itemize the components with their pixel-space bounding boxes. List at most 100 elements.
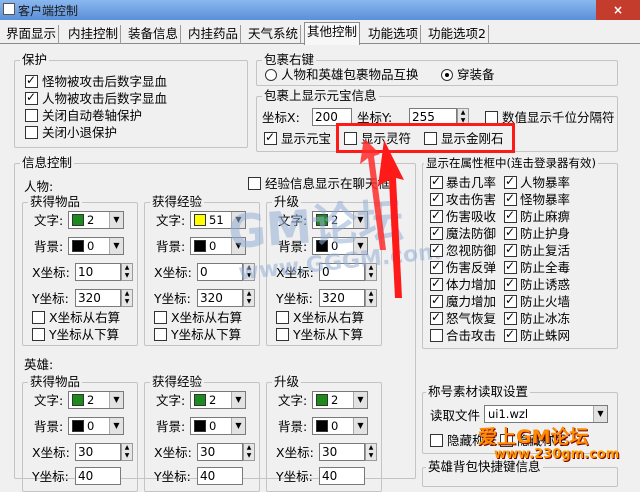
hide-title2-checkbox[interactable] bbox=[500, 434, 513, 447]
attr-checkbox[interactable] bbox=[504, 191, 517, 206]
h-lvl-y-input[interactable]: 40 bbox=[319, 467, 365, 485]
scroll-protect-checkbox[interactable] bbox=[25, 109, 38, 122]
attr-checkbox[interactable] bbox=[430, 310, 443, 325]
monster-hp-checkbox[interactable] bbox=[25, 73, 38, 88]
attr-checkbox[interactable] bbox=[430, 191, 443, 206]
attr-checkbox[interactable] bbox=[430, 174, 443, 189]
title-file-select[interactable]: ui1.wzl ▼ bbox=[484, 405, 608, 423]
attr-checkbox[interactable] bbox=[504, 208, 517, 223]
p-item-y-input[interactable]: 320 bbox=[75, 289, 121, 307]
attr-checkbox[interactable] bbox=[504, 225, 517, 240]
p-exp-bottom-checkbox[interactable] bbox=[154, 328, 167, 341]
hero-bag-legend: 英雄背包快捷键信息 bbox=[426, 459, 543, 474]
h-exp-text-color[interactable]: 2 ▼ bbox=[190, 391, 246, 409]
p-exp-bg-color[interactable]: 0 ▼ bbox=[190, 237, 246, 255]
attr-checkbox[interactable] bbox=[504, 310, 517, 325]
show-yuanbao-checkbox[interactable] bbox=[264, 130, 277, 145]
h-lvl-x-label: X坐标: bbox=[276, 445, 314, 460]
attr-checkbox[interactable] bbox=[504, 276, 517, 291]
exp-chat-checkbox[interactable] bbox=[248, 177, 261, 190]
info-legend: 信息控制 bbox=[20, 155, 75, 170]
p-exp-y-label: Y坐标: bbox=[154, 291, 191, 306]
attr-label: 防止火墙 bbox=[520, 294, 571, 309]
p-lvl-right-checkbox[interactable] bbox=[276, 311, 289, 324]
h-lvl-bg-color[interactable]: 0 ▼ bbox=[312, 417, 368, 435]
p-exp-y-spinner[interactable]: ▲ ▼ bbox=[243, 289, 255, 307]
attr-label: 攻击伤害 bbox=[446, 192, 497, 207]
attr-legend: 显示在属性框中(连击登录器有效) bbox=[424, 156, 598, 170]
h-item-bg-color[interactable]: 0 ▼ bbox=[68, 417, 124, 435]
attr-checkbox[interactable] bbox=[504, 259, 517, 274]
p-item-x-spinner[interactable]: ▲ ▼ bbox=[121, 263, 133, 281]
attr-label: 魔力增加 bbox=[446, 294, 497, 309]
h-lvl-text-color[interactable]: 2 ▼ bbox=[312, 391, 368, 409]
attr-checkbox[interactable] bbox=[504, 174, 517, 189]
tab-equipment-info[interactable]: 装备信息 bbox=[126, 25, 182, 44]
tab-other-control[interactable]: 其他控制 bbox=[304, 22, 361, 45]
attr-label: 怒气恢复 bbox=[446, 311, 497, 326]
attr-label: 防止护身 bbox=[520, 226, 571, 241]
h-exp-x-input[interactable]: 30 bbox=[197, 443, 243, 461]
h-exp-x-spinner[interactable]: ▲ ▼ bbox=[243, 443, 255, 461]
show-yuanbao-label: 显示元宝 bbox=[281, 131, 332, 146]
close-button[interactable]: × bbox=[596, 0, 640, 20]
h-exp-bg-color[interactable]: 0 ▼ bbox=[190, 417, 246, 435]
tab-function-options-2[interactable]: 功能选项2 bbox=[426, 25, 489, 44]
p-exp-right-label: X坐标从右算 bbox=[171, 310, 243, 325]
h-lvl-x-spinner[interactable]: ▲ ▼ bbox=[365, 443, 377, 461]
attr-checkbox[interactable] bbox=[430, 293, 443, 308]
ingot-x-label: 坐标X: bbox=[262, 110, 300, 125]
hide-title-checkbox[interactable] bbox=[430, 434, 443, 447]
h-exp-y-input[interactable]: 40 bbox=[197, 467, 243, 485]
attr-checkbox[interactable] bbox=[430, 329, 443, 342]
p-exp-text-color[interactable]: 51 ▼ bbox=[190, 211, 246, 229]
p-item-y-label: Y坐标: bbox=[32, 291, 69, 306]
app-icon bbox=[3, 3, 15, 15]
tab-ui-display[interactable]: 界面显示 bbox=[4, 25, 60, 44]
tab-plugin-potions[interactable]: 内挂药品 bbox=[186, 25, 242, 44]
p-exp-right-checkbox[interactable] bbox=[154, 311, 167, 324]
swap-items-radio[interactable] bbox=[265, 69, 277, 81]
attr-checkbox[interactable] bbox=[504, 242, 517, 257]
p-item-bottom-checkbox[interactable] bbox=[32, 328, 45, 341]
attr-checkbox[interactable] bbox=[430, 225, 443, 240]
tab-weather[interactable]: 天气系统 bbox=[246, 25, 302, 44]
attr-checkbox[interactable] bbox=[430, 276, 443, 291]
tab-function-options[interactable]: 功能选项 bbox=[366, 25, 422, 44]
equip-radio[interactable] bbox=[441, 69, 453, 81]
attr-checkbox[interactable] bbox=[504, 293, 517, 308]
attr-checkbox[interactable] bbox=[430, 208, 443, 223]
p-item-y-spinner[interactable]: ▲ ▼ bbox=[121, 289, 133, 307]
ingot-legend: 包裹上显示元宝信息 bbox=[262, 88, 379, 103]
attr-checkbox[interactable] bbox=[430, 259, 443, 274]
player-hp-checkbox[interactable] bbox=[25, 90, 38, 105]
p-item-legend: 获得物品 bbox=[28, 194, 83, 209]
p-lvl-right-label: X坐标从右算 bbox=[293, 310, 365, 325]
attr-label: 防止蛛网 bbox=[520, 328, 571, 343]
logout-protect-checkbox[interactable] bbox=[25, 126, 38, 139]
p-item-text-color[interactable]: 2 ▼ bbox=[68, 211, 124, 229]
h-item-x-input[interactable]: 30 bbox=[75, 443, 121, 461]
p-exp-y-input[interactable]: 320 bbox=[197, 289, 243, 307]
h-item-x-spinner[interactable]: ▲ ▼ bbox=[121, 443, 133, 461]
h-lvl-x-input[interactable]: 30 bbox=[319, 443, 365, 461]
p-lvl-y-label: Y坐标: bbox=[276, 291, 313, 306]
p-item-x-input[interactable]: 10 bbox=[75, 263, 121, 281]
hero-label: 英雄: bbox=[24, 357, 54, 372]
p-lvl-bottom-checkbox[interactable] bbox=[276, 328, 289, 341]
p-item-bottom-label: Y坐标从下算 bbox=[49, 327, 120, 342]
p-exp-x-spinner[interactable]: ▲ ▼ bbox=[243, 263, 255, 281]
p-item-bg-color[interactable]: 0 ▼ bbox=[68, 237, 124, 255]
p-exp-x-input[interactable]: 0 bbox=[197, 263, 243, 281]
attr-checkbox[interactable] bbox=[504, 327, 517, 342]
h-item-text-color[interactable]: 2 ▼ bbox=[68, 391, 124, 409]
tab-plugin-control[interactable]: 内挂控制 bbox=[66, 25, 122, 44]
attr-label: 体力增加 bbox=[446, 277, 497, 292]
h-exp-legend: 获得经验 bbox=[150, 374, 205, 389]
p-item-text-label: 文字: bbox=[34, 213, 64, 228]
tab-bar: 界面显示 内挂控制 装备信息 内挂药品 天气系统 其他控制 功能选项 功能选项2 bbox=[0, 22, 640, 45]
attr-checkbox[interactable] bbox=[430, 242, 443, 257]
p-item-right-checkbox[interactable] bbox=[32, 311, 45, 324]
h-item-y-input[interactable]: 40 bbox=[75, 467, 121, 485]
bag-rightclick-legend: 包裹右键 bbox=[262, 52, 317, 67]
